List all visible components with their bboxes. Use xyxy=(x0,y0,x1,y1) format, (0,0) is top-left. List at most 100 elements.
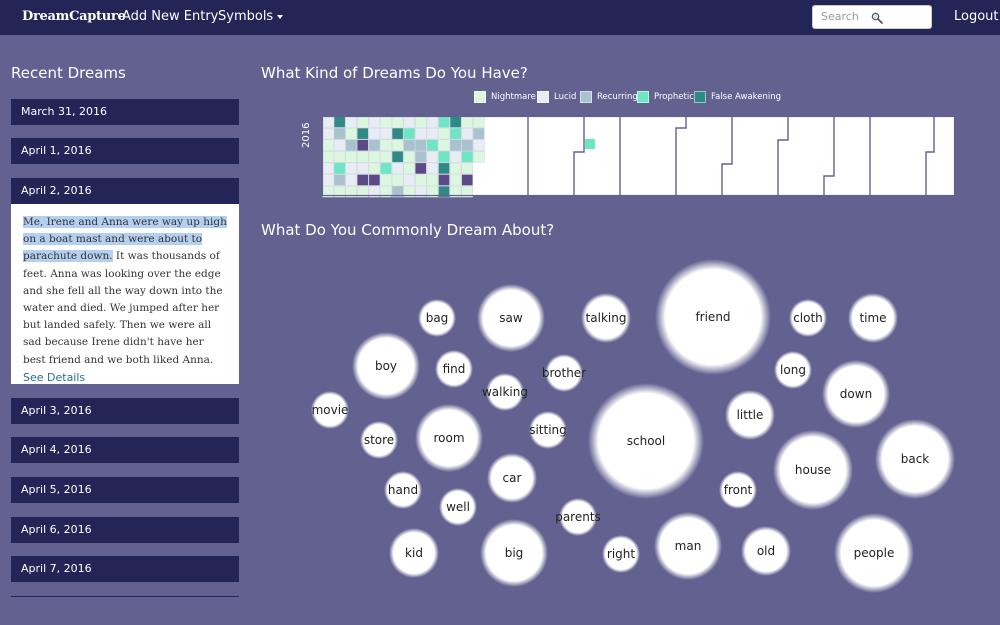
calendar-day-cell[interactable] xyxy=(380,116,392,128)
calendar-day-cell[interactable] xyxy=(426,139,439,151)
topic-bubble[interactable]: store xyxy=(360,421,398,459)
search-input[interactable] xyxy=(821,10,877,23)
calendar-day-cell[interactable] xyxy=(391,116,404,128)
topic-bubble[interactable]: big xyxy=(480,519,548,587)
calendar-day-cell[interactable] xyxy=(403,139,415,151)
topic-bubble[interactable]: bag xyxy=(418,299,456,337)
calendar-day-cell[interactable] xyxy=(461,151,473,163)
topic-bubble[interactable]: sitting xyxy=(529,411,567,449)
calendar-day-cell[interactable] xyxy=(415,174,427,186)
topic-bubble[interactable]: front xyxy=(719,471,757,509)
calendar-day-cell[interactable] xyxy=(391,151,404,163)
calendar-day-cell[interactable] xyxy=(415,127,427,140)
calendar-day-cell[interactable] xyxy=(380,151,392,163)
calendar-day-cell[interactable] xyxy=(380,174,392,186)
topic-bubble[interactable]: car xyxy=(487,453,537,503)
calendar-day-cell[interactable] xyxy=(426,174,439,186)
calendar-day-cell[interactable] xyxy=(403,127,415,140)
topic-bubble[interactable]: room xyxy=(415,404,483,472)
calendar-day-cell[interactable] xyxy=(415,162,427,175)
calendar-day-cell[interactable] xyxy=(357,127,369,140)
calendar-day-cell[interactable] xyxy=(426,162,439,175)
calendar-day-cell[interactable] xyxy=(438,162,450,175)
calendar-day-cell[interactable] xyxy=(403,162,415,175)
calendar-day-cell[interactable] xyxy=(333,151,346,163)
calendar-day-cell[interactable] xyxy=(473,116,485,128)
calendar-day-cell[interactable] xyxy=(357,174,369,186)
calendar-day-cell[interactable] xyxy=(449,151,462,163)
calendar-day-cell[interactable] xyxy=(322,139,334,151)
calendar-day-cell[interactable] xyxy=(461,174,473,186)
topic-bubble[interactable]: boy xyxy=(352,332,420,400)
calendar-day-cell[interactable] xyxy=(426,116,439,128)
calendar-day-cell[interactable] xyxy=(473,139,485,151)
calendar-day-cell[interactable] xyxy=(357,139,369,151)
calendar-day-cell[interactable] xyxy=(345,151,357,163)
calendar-day-cell[interactable] xyxy=(345,174,357,186)
topic-bubble[interactable]: little xyxy=(725,390,775,440)
topic-bubble[interactable]: talking xyxy=(581,293,631,343)
topic-bubble[interactable]: saw xyxy=(477,284,545,352)
calendar-day-cell[interactable] xyxy=(449,127,462,140)
calendar-day-cell[interactable] xyxy=(585,139,595,149)
topic-bubble[interactable]: walking xyxy=(482,373,528,411)
calendar-day-cell[interactable] xyxy=(380,139,392,151)
topic-bubble[interactable]: parents xyxy=(555,498,601,536)
topic-bubble[interactable]: old xyxy=(741,526,791,576)
topic-bubble[interactable]: long xyxy=(774,351,812,389)
brand-logo[interactable]: DreamCapture xyxy=(22,9,126,24)
topic-bubble[interactable]: people xyxy=(834,513,914,593)
calendar-day-cell[interactable] xyxy=(368,127,381,140)
calendar-day-cell[interactable] xyxy=(438,139,450,151)
topic-bubble[interactable]: house xyxy=(773,430,853,510)
topic-bubble[interactable]: friend xyxy=(655,259,771,375)
calendar-day-cell[interactable] xyxy=(426,151,439,163)
calendar-day-cell[interactable] xyxy=(345,116,357,128)
calendar-day-cell[interactable] xyxy=(415,139,427,151)
calendar-day-cell[interactable] xyxy=(403,174,415,186)
calendar-day-cell[interactable] xyxy=(415,151,427,163)
topic-bubble[interactable]: down xyxy=(822,360,890,428)
calendar-day-cell[interactable] xyxy=(438,127,450,140)
calendar-day-cell[interactable] xyxy=(345,162,357,175)
topic-bubble[interactable]: cloth xyxy=(789,299,827,337)
calendar-day-cell[interactable] xyxy=(322,116,334,128)
see-details-link[interactable]: See Details xyxy=(23,369,85,386)
calendar-day-cell[interactable] xyxy=(449,116,462,128)
calendar-day-cell[interactable] xyxy=(438,174,450,186)
logout-link[interactable]: Logout xyxy=(954,9,999,24)
calendar-day-cell[interactable] xyxy=(449,174,462,186)
calendar-day-cell[interactable] xyxy=(449,139,462,151)
calendar-day-cell[interactable] xyxy=(333,174,346,186)
add-new-entry-link[interactable]: Add New Entry xyxy=(122,9,218,24)
dream-date-item[interactable]: March 31, 2016 xyxy=(11,99,239,125)
dream-date-item-active[interactable]: April 2, 2016 xyxy=(11,178,239,204)
calendar-day-cell[interactable] xyxy=(426,127,439,140)
calendar-day-cell[interactable] xyxy=(322,127,334,140)
topic-bubble[interactable]: well xyxy=(439,488,477,526)
calendar-day-cell[interactable] xyxy=(403,151,415,163)
calendar-day-cell[interactable] xyxy=(391,174,404,186)
calendar-day-cell[interactable] xyxy=(391,139,404,151)
calendar-day-cell[interactable] xyxy=(357,116,369,128)
calendar-day-cell[interactable] xyxy=(345,139,357,151)
topic-bubble[interactable]: movie xyxy=(311,391,349,429)
calendar-day-cell[interactable] xyxy=(473,127,485,140)
symbols-dropdown[interactable]: Symbols xyxy=(218,9,284,24)
topic-bubble[interactable]: brother xyxy=(542,354,586,392)
calendar-day-cell[interactable] xyxy=(333,127,346,140)
calendar-day-cell[interactable] xyxy=(333,116,346,128)
dream-date-item[interactable]: April 5, 2016 xyxy=(11,477,239,503)
calendar-day-cell[interactable] xyxy=(391,127,404,140)
topic-bubble[interactable]: back xyxy=(875,419,955,499)
calendar-day-cell[interactable] xyxy=(333,139,346,151)
calendar-day-cell[interactable] xyxy=(380,127,392,140)
calendar-day-cell[interactable] xyxy=(322,174,334,186)
topic-bubble[interactable]: find xyxy=(435,350,473,388)
calendar-day-cell[interactable] xyxy=(461,162,473,175)
calendar-day-cell[interactable] xyxy=(345,127,357,140)
calendar-day-cell[interactable] xyxy=(473,151,485,163)
calendar-day-cell[interactable] xyxy=(333,162,346,175)
dream-date-item[interactable]: April 6, 2016 xyxy=(11,517,239,543)
calendar-day-cell[interactable] xyxy=(322,162,334,175)
